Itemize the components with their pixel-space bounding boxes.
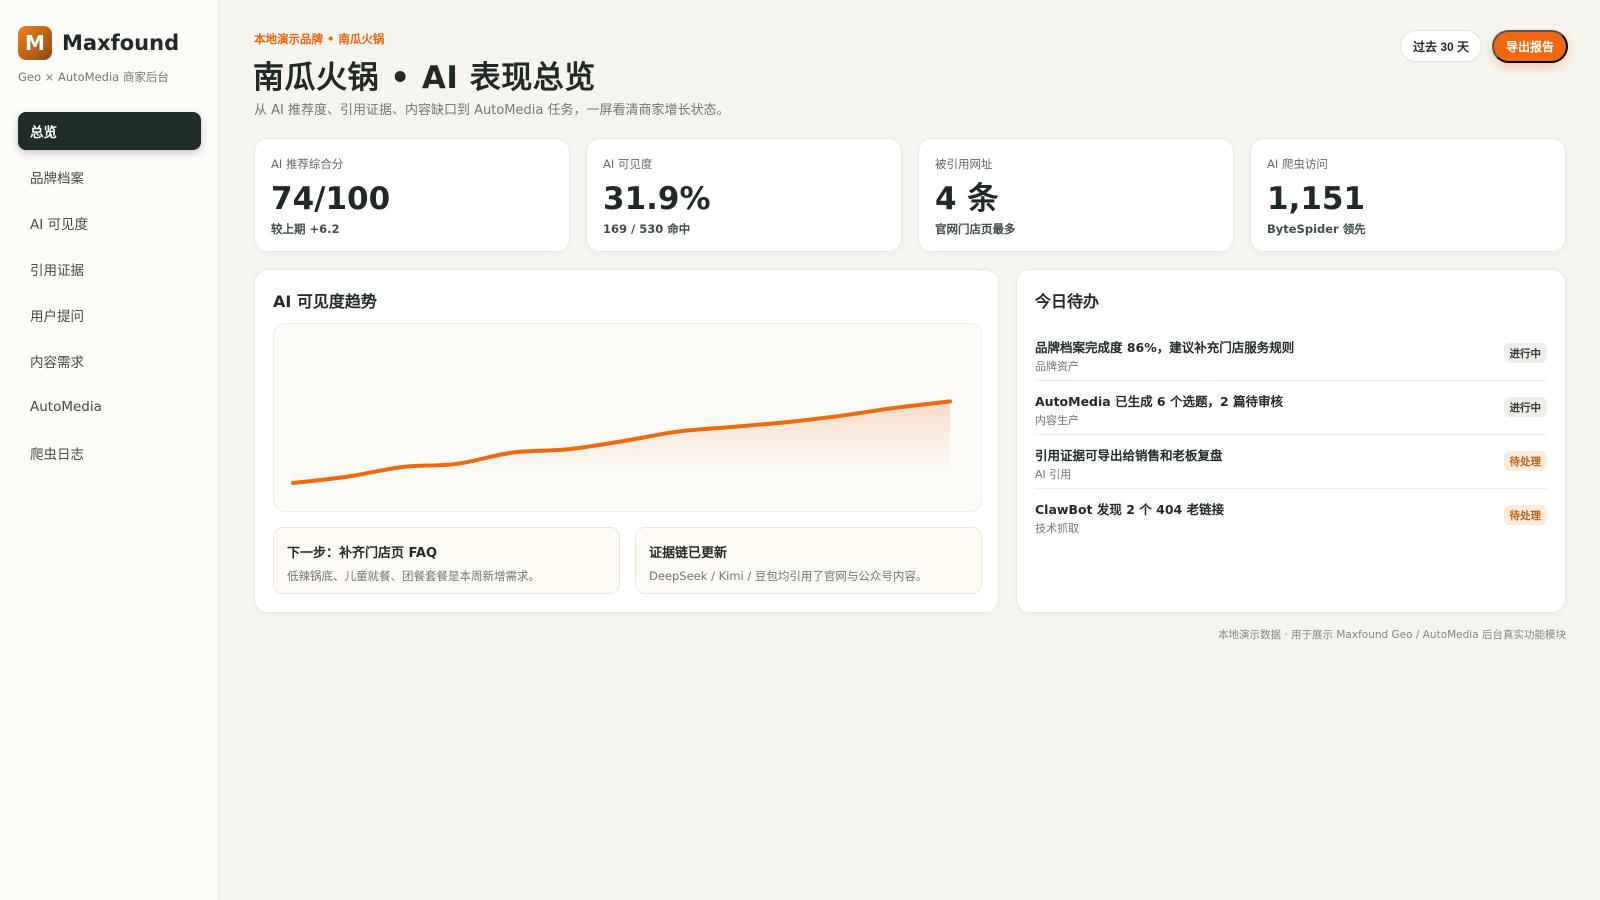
todo-item[interactable]: 引用证据可导出给销售和老板复盘 AI 引用 待处理 (1035, 435, 1547, 489)
kpi-label: AI 可见度 (603, 157, 653, 171)
note-title: 下一步：补齐门店页 FAQ (287, 546, 438, 561)
brand[interactable]: M Maxfound (18, 26, 179, 60)
kpi-label: AI 爬虫访问 (1267, 157, 1328, 171)
page-eyebrow: 本地演示品牌 • 南瓜火锅 (254, 32, 385, 46)
sidebar-item-crawler-log[interactable]: 爬虫日志 (18, 434, 201, 472)
sidebar-item-ai-visibility[interactable]: AI 可见度 (18, 204, 201, 242)
todo-item[interactable]: AutoMedia 已生成 6 个选题，2 篇待审核 内容生产 进行中 (1035, 381, 1547, 435)
kpi-note: 较上期 +6.2 (271, 222, 340, 236)
kpi-card-cited-urls: 被引用网址 4 条 官网门店页最多 (918, 138, 1234, 252)
todo-item-category: AI 引用 (1035, 468, 1072, 481)
kpi-note: 官网门店页最多 (935, 222, 1016, 236)
kpi-value: 74/100 (271, 181, 391, 217)
brand-logo: M (18, 26, 52, 60)
kpi-note: ByteSpider 领先 (1267, 222, 1366, 236)
sidebar-item-overview[interactable]: 总览 (18, 112, 201, 150)
brand-subtitle: Geo × AutoMedia 商家后台 (18, 70, 169, 84)
todo-card: 今日待办 品牌档案完成度 86%，建议补充门店服务规则 品牌资产 进行中 Aut… (1016, 269, 1566, 613)
status-badge: 待处理 (1503, 505, 1547, 525)
next-step-note: 下一步：补齐门店页 FAQ 低辣锅底、儿童就餐、团餐套餐是本周新增需求。 (273, 527, 620, 594)
todo-item-title: AutoMedia 已生成 6 个选题，2 篇待审核 (1035, 394, 1284, 409)
date-range-button[interactable]: 过去 30 天 (1400, 30, 1483, 62)
todo-item-category: 内容生产 (1035, 414, 1079, 427)
status-badge: 进行中 (1503, 397, 1547, 417)
page-title: 南瓜火锅 • AI 表现总览 (253, 60, 596, 96)
status-badge: 待处理 (1503, 451, 1547, 471)
sidebar-nav: 总览 品牌档案 AI 可见度 引用证据 用户提问 内容需求 AutoMedia … (18, 112, 201, 480)
note-text: DeepSeek / Kimi / 豆包均引用了官网与公众号内容。 (649, 569, 928, 583)
sidebar-item-citation-evidence[interactable]: 引用证据 (18, 250, 201, 288)
todo-item-title: 品牌档案完成度 86%，建议补充门店服务规则 (1035, 340, 1295, 355)
todo-item[interactable]: 品牌档案完成度 86%，建议补充门店服务规则 品牌资产 进行中 (1035, 327, 1547, 381)
todo-list: 品牌档案完成度 86%，建议补充门店服务规则 品牌资产 进行中 AutoMedi… (1035, 327, 1547, 543)
status-badge: 进行中 (1503, 343, 1547, 363)
footer-note: 本地演示数据 · 用于展示 Maxfound Geo / AutoMedia 后… (1218, 629, 1566, 641)
page-description: 从 AI 推荐度、引用证据、内容缺口到 AutoMedia 任务，一屏看清商家增… (254, 103, 730, 118)
kpi-value: 4 条 (935, 181, 999, 217)
evidence-updated-note: 证据链已更新 DeepSeek / Kimi / 豆包均引用了官网与公众号内容。 (635, 527, 982, 594)
todo-item-title: ClawBot 发现 2 个 404 老链接 (1035, 502, 1225, 517)
kpi-note: 169 / 530 命中 (603, 222, 691, 236)
todo-item-category: 技术抓取 (1035, 522, 1079, 535)
todo-item-category: 品牌资产 (1035, 360, 1079, 373)
kpi-value: 1,151 (1267, 181, 1366, 217)
kpi-card-recommend-score: AI 推荐综合分 74/100 较上期 +6.2 (254, 138, 570, 252)
kpi-card-crawler-visits: AI 爬虫访问 1,151 ByteSpider 领先 (1250, 138, 1566, 252)
todo-title: 今日待办 (1035, 292, 1100, 311)
note-title: 证据链已更新 (649, 546, 728, 561)
note-text: 低辣锅底、儿童就餐、团餐套餐是本周新增需求。 (287, 569, 540, 583)
sidebar-item-user-questions[interactable]: 用户提问 (18, 296, 201, 334)
kpi-label: AI 推荐综合分 (271, 157, 344, 171)
trend-chart (273, 323, 982, 512)
kpi-label: 被引用网址 (935, 157, 993, 171)
todo-item[interactable]: ClawBot 发现 2 个 404 老链接 技术抓取 待处理 (1035, 489, 1547, 543)
trend-chart-svg (291, 399, 952, 485)
sidebar-item-automedia[interactable]: AutoMedia (18, 388, 201, 426)
visibility-trend-card: AI 可见度趋势 下一步：补齐门店页 FAQ 低辣锅底、儿童就餐、团餐套餐是本周… (254, 269, 999, 613)
todo-item-title: 引用证据可导出给销售和老板复盘 (1035, 448, 1223, 463)
kpi-card-visibility: AI 可见度 31.9% 169 / 530 命中 (586, 138, 902, 252)
trend-title: AI 可见度趋势 (273, 292, 377, 311)
brand-name: Maxfound (62, 31, 180, 55)
kpi-value: 31.9% (603, 181, 711, 217)
sidebar-item-content-needs[interactable]: 内容需求 (18, 342, 201, 380)
sidebar: M Maxfound Geo × AutoMedia 商家后台 总览 品牌档案 … (0, 0, 219, 900)
sidebar-item-brand-profile[interactable]: 品牌档案 (18, 158, 201, 196)
export-report-button[interactable]: 导出报告 (1492, 30, 1569, 63)
